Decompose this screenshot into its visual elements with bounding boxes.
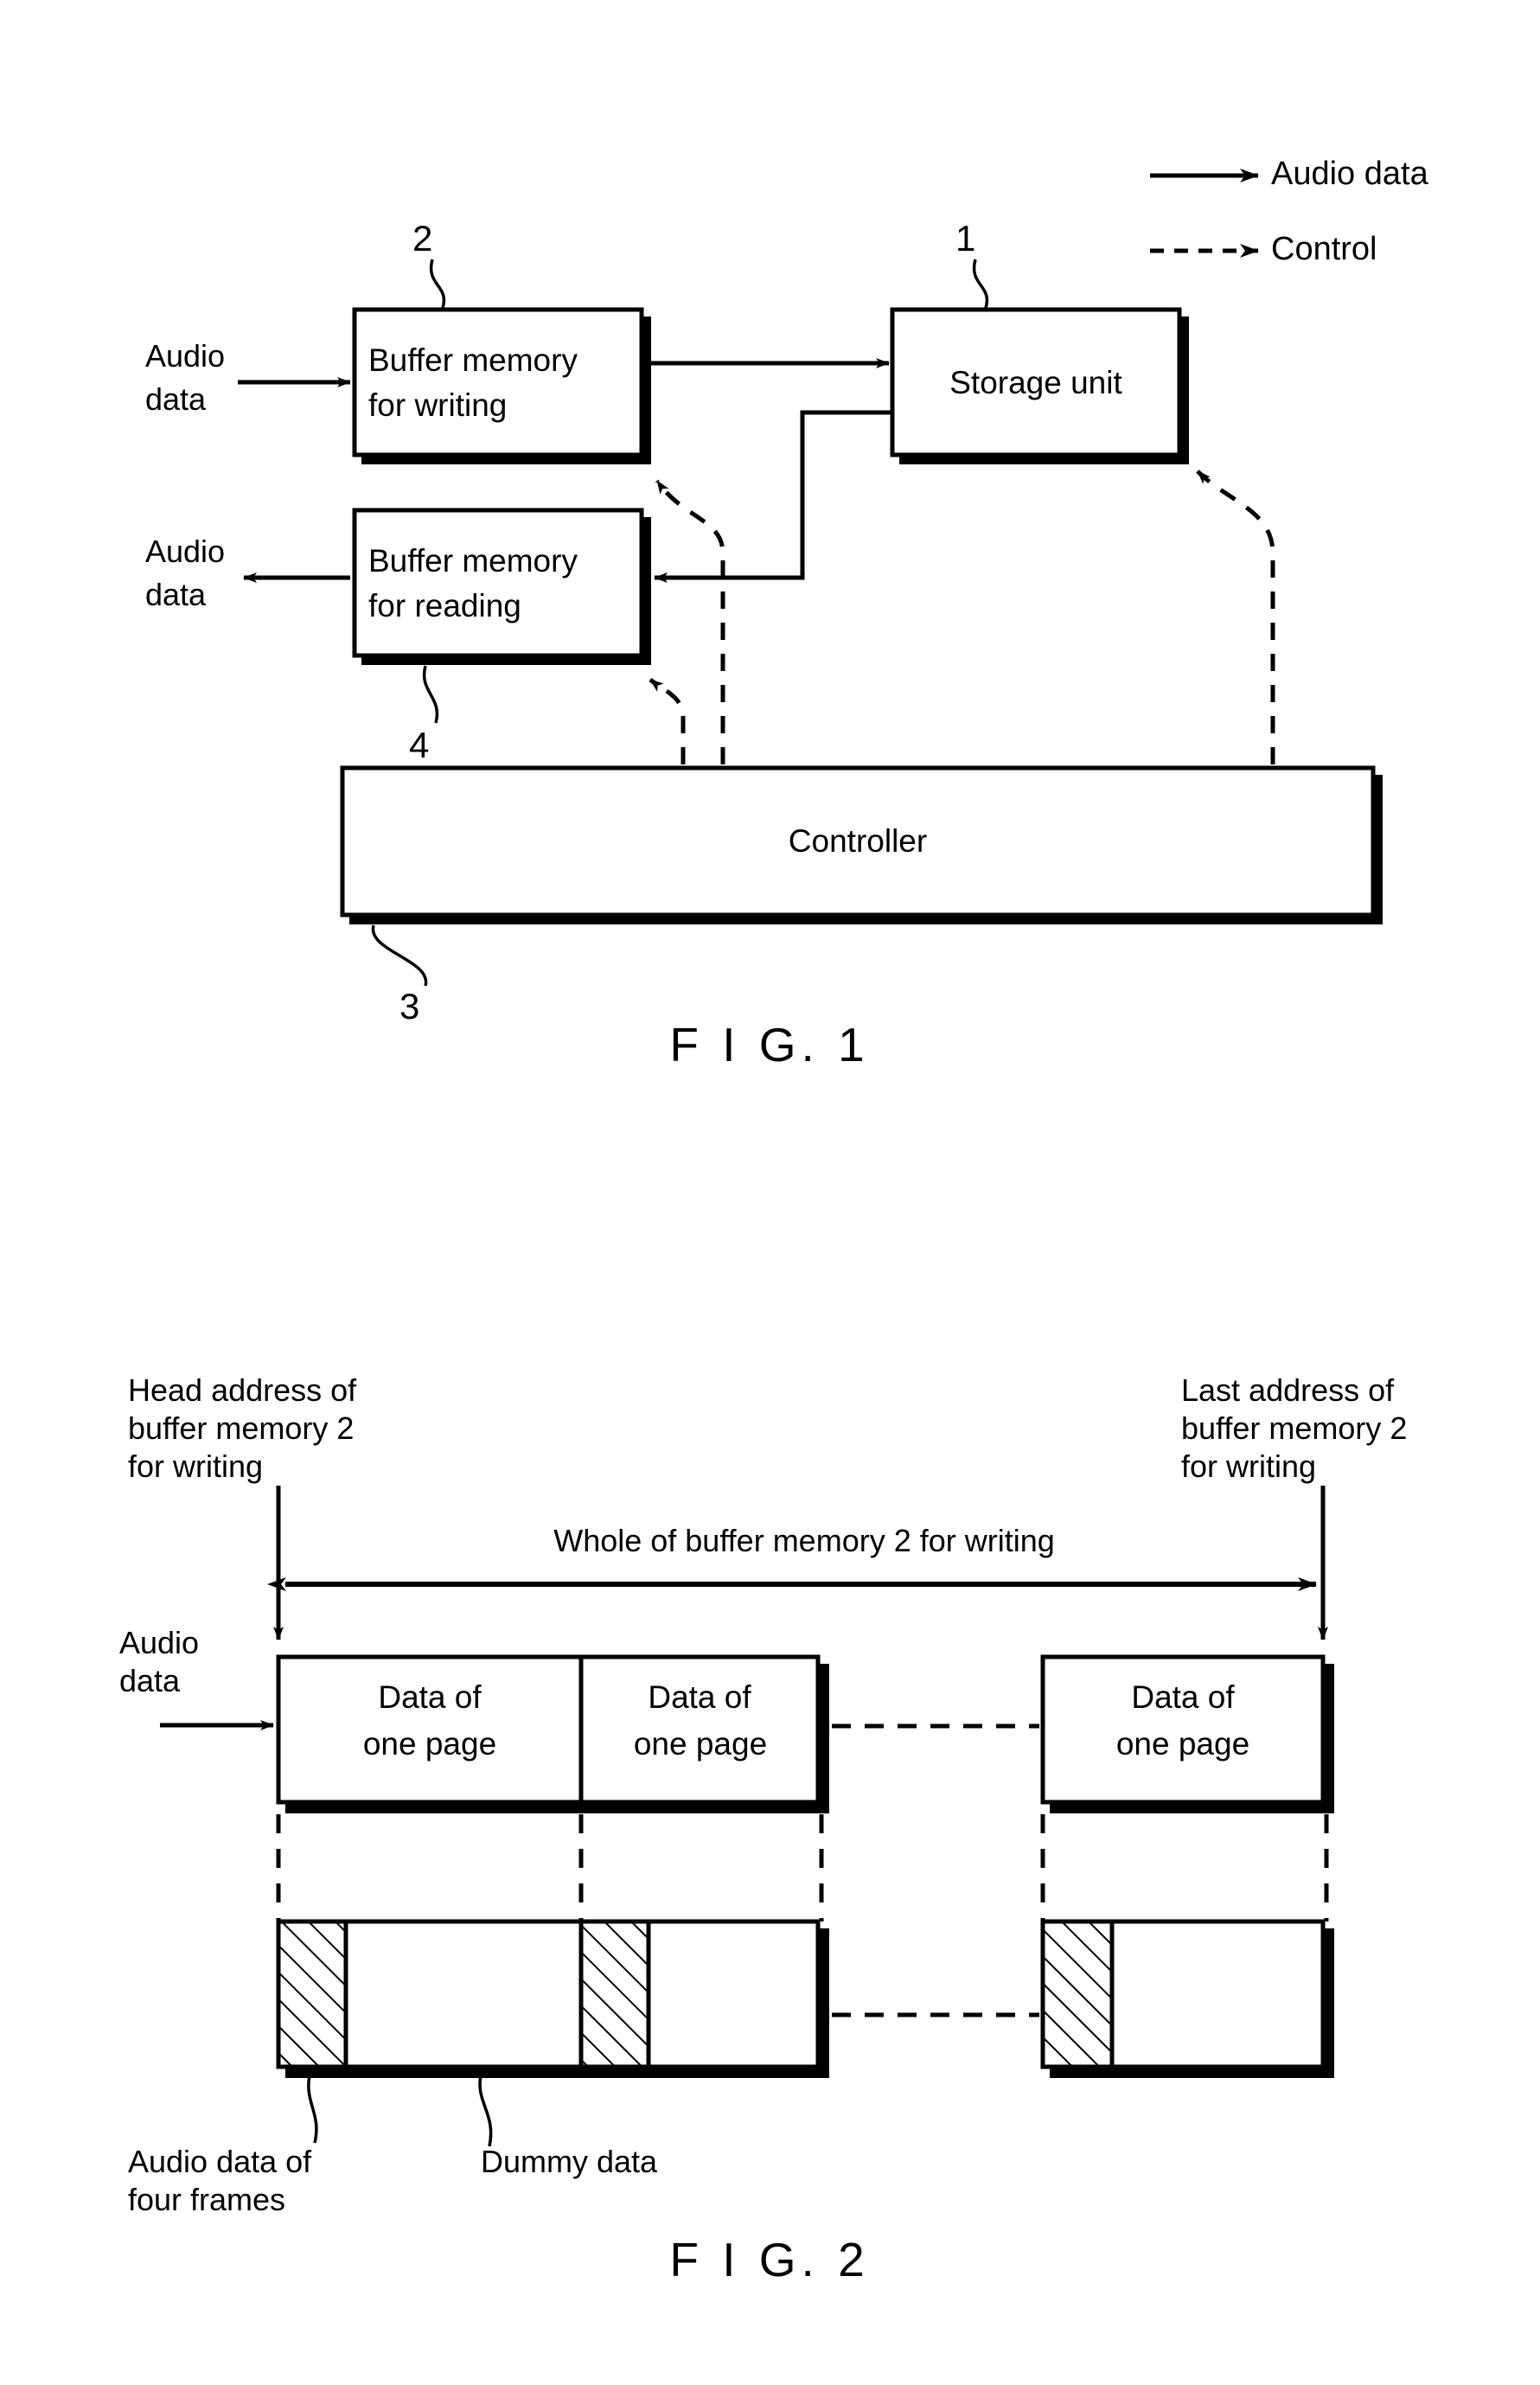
page-2-line1: Data of [648,1679,751,1715]
page-2-line2: one page [633,1726,768,1762]
span-label: Whole of buffer memory 2 for writing [553,1523,1055,1558]
frame-detail-shapes [276,1919,1334,2078]
page-1-line2: one page [362,1726,497,1762]
figure-2-caption: F I G. 2 [669,2233,870,2286]
audio-frames-label: Audio data of four frames [128,2143,311,2219]
projection-lines [276,1814,1329,1921]
page-n-line1: Data of [1131,1679,1235,1715]
last-address-label: Last address of buffer memory 2 for writ… [1181,1372,1407,1486]
dummy-data-label: Dummy data [481,2144,658,2179]
figure2-input-label: Audio data [119,1624,199,1700]
audio-frames-text: Audio data of four frames [128,2144,312,2217]
patent-drawing-sheet: Audio data Control 2 1 4 3 Audio data Au… [0,0,1540,2385]
head-address-text: Head address of buffer memory 2 for writ… [128,1372,357,1484]
figure-2-graphics [160,1486,1334,2147]
last-address-text: Last address of buffer memory 2 for writ… [1181,1372,1408,1484]
figure2-input-text: Audio data [119,1625,200,1698]
page-n-line2: one page [1115,1726,1250,1762]
head-address-label: Head address of buffer memory 2 for writ… [128,1372,356,1486]
page-1-line1: Data of [378,1679,482,1715]
